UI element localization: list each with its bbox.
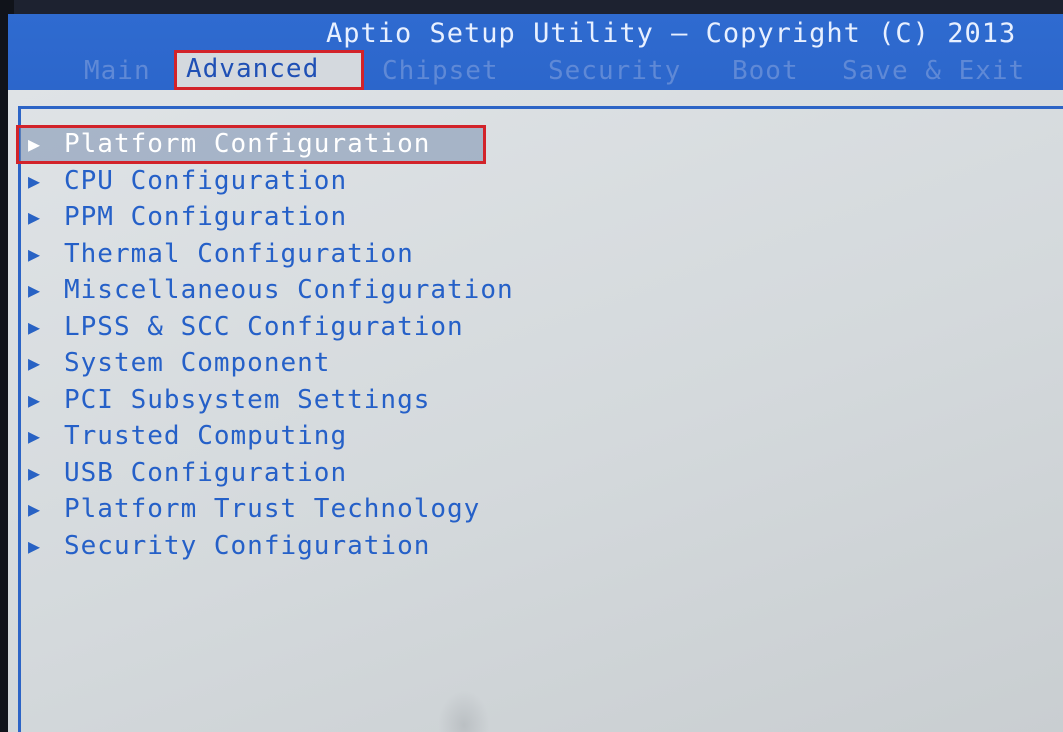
menu-item-lpss-scc-configuration[interactable]: ▶ LPSS & SCC Configuration: [20, 309, 514, 346]
menu-item-label: Thermal Configuration: [64, 238, 414, 269]
menu-item-label: PCI Subsystem Settings: [64, 384, 431, 415]
tab-save-exit[interactable]: Save & Exit: [842, 54, 1025, 90]
menu-item-label: USB Configuration: [64, 457, 348, 488]
utility-title: Aptio Setup Utility – Copyright (C) 2013: [326, 18, 1017, 49]
menu-item-platform-configuration[interactable]: ▶ Platform Configuration: [20, 126, 514, 163]
menu-item-cpu-configuration[interactable]: ▶ CPU Configuration: [20, 163, 514, 200]
menu-item-label: System Component: [64, 348, 331, 379]
tab-security[interactable]: Security: [548, 54, 681, 90]
menu-item-platform-trust-technology[interactable]: ▶ Platform Trust Technology: [20, 491, 514, 528]
triangle-right-icon: ▶: [28, 314, 42, 339]
menu-item-label: Security Configuration: [64, 530, 431, 561]
menu-item-trusted-computing[interactable]: ▶ Trusted Computing: [20, 418, 514, 455]
triangle-right-icon: ▶: [28, 387, 42, 412]
triangle-right-icon: ▶: [28, 278, 42, 303]
bios-screen: Aptio Setup Utility – Copyright (C) 2013…: [0, 0, 1063, 732]
tab-main[interactable]: Main: [84, 54, 151, 90]
menu-item-label: Platform Configuration: [64, 129, 431, 160]
triangle-right-icon: ▶: [28, 460, 42, 485]
menu-item-label: PPM Configuration: [64, 202, 348, 233]
triangle-right-icon: ▶: [28, 205, 42, 230]
triangle-right-icon: ▶: [28, 168, 42, 193]
menu-item-security-configuration[interactable]: ▶ Security Configuration: [20, 528, 514, 565]
menu-item-label: Miscellaneous Configuration: [64, 275, 514, 306]
tab-advanced[interactable]: Advanced: [174, 50, 364, 90]
content-panel: ▶ Platform Configuration ▶ CPU Configura…: [8, 90, 1063, 732]
menu-item-pci-subsystem-settings[interactable]: ▶ PCI Subsystem Settings: [20, 382, 514, 419]
menu-item-thermal-configuration[interactable]: ▶ Thermal Configuration: [20, 236, 514, 273]
triangle-right-icon: ▶: [28, 351, 42, 376]
menu-item-ppm-configuration[interactable]: ▶ PPM Configuration: [20, 199, 514, 236]
menu-item-miscellaneous-configuration[interactable]: ▶ Miscellaneous Configuration: [20, 272, 514, 309]
header-bar: Aptio Setup Utility – Copyright (C) 2013…: [8, 14, 1063, 90]
menu-item-label: CPU Configuration: [64, 165, 348, 196]
triangle-right-icon: ▶: [28, 132, 42, 157]
advanced-menu-list: ▶ Platform Configuration ▶ CPU Configura…: [20, 126, 514, 564]
menu-item-label: Platform Trust Technology: [64, 494, 481, 525]
tab-chipset[interactable]: Chipset: [382, 54, 499, 90]
tab-boot[interactable]: Boot: [732, 54, 799, 90]
triangle-right-icon: ▶: [28, 241, 42, 266]
triangle-right-icon: ▶: [28, 533, 42, 558]
triangle-right-icon: ▶: [28, 497, 42, 522]
menu-item-label: Trusted Computing: [64, 421, 348, 452]
triangle-right-icon: ▶: [28, 424, 42, 449]
menu-item-usb-configuration[interactable]: ▶ USB Configuration: [20, 455, 514, 492]
menu-item-system-component[interactable]: ▶ System Component: [20, 345, 514, 382]
menu-item-label: LPSS & SCC Configuration: [64, 311, 464, 342]
